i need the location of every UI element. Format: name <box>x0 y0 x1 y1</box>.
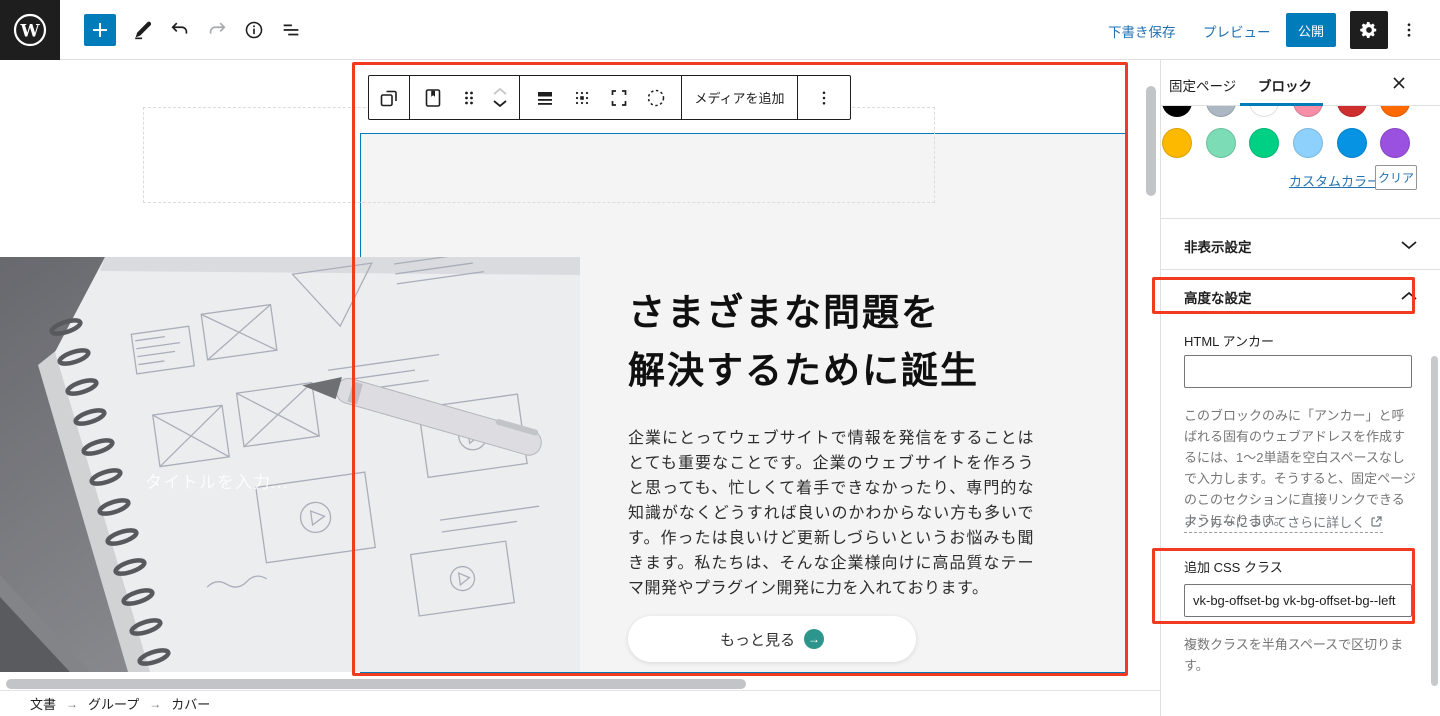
visibility-settings-label: 非表示設定 <box>1184 236 1252 256</box>
cover-heading[interactable]: さまざまな問題を 解決するために誕生 <box>628 284 1048 400</box>
details-button[interactable] <box>242 18 266 42</box>
cover-title-placeholder[interactable]: タイトルを入力... <box>145 468 288 493</box>
block-toolbar: メディアを追加 <box>368 75 851 120</box>
kebab-menu-icon <box>1400 21 1418 39</box>
html-anchor-input[interactable] <box>1184 355 1412 388</box>
breadcrumb-group[interactable]: グループ <box>88 694 139 713</box>
tab-block[interactable]: ブロック <box>1258 75 1312 95</box>
align-button[interactable] <box>533 86 557 110</box>
read-more-label: もっと見る <box>720 629 795 650</box>
notebook-wireframe-photo <box>0 257 580 672</box>
color-swatch-purple[interactable] <box>1380 128 1410 158</box>
clear-color-button[interactable]: クリア <box>1375 165 1417 190</box>
cover-paragraph[interactable]: 企業にとってウェブサイトで情報を発信をすることはとても重要なことです。企業のウェ… <box>628 426 1034 601</box>
content-position-button[interactable] <box>570 86 594 110</box>
editor-horizontal-scrollbar[interactable] <box>6 679 746 689</box>
drag-dots-icon <box>457 86 481 110</box>
color-swatch-green[interactable] <box>1249 128 1279 158</box>
publish-button[interactable]: 公開 <box>1286 13 1336 47</box>
cover-block-type-button[interactable] <box>421 86 445 110</box>
settings-sidebar: 固定ページ ブロック カスタムカラー クリア 非表示設定 高度な設定 <box>1160 60 1440 716</box>
move-down-button[interactable] <box>492 99 508 108</box>
chevron-up-icon <box>492 87 508 96</box>
css-class-input[interactable] <box>1184 584 1412 617</box>
anchor-learn-more-link[interactable]: アンカーについてさらに詳しく <box>1184 512 1383 533</box>
duotone-filter-button[interactable] <box>644 86 668 110</box>
redo-icon <box>206 19 228 41</box>
custom-color-link[interactable]: カスタムカラー <box>1289 171 1380 190</box>
color-swatch-paleblue[interactable] <box>1293 128 1323 158</box>
add-media-button[interactable]: メディアを追加 <box>694 88 784 107</box>
breadcrumb-separator: → <box>66 697 78 711</box>
options-menu-button[interactable] <box>1398 18 1420 42</box>
settings-button[interactable] <box>1350 11 1388 49</box>
sidebar-header: 固定ページ ブロック <box>1161 60 1440 106</box>
plus-icon <box>90 20 110 40</box>
add-block-button[interactable] <box>84 14 116 46</box>
breadcrumb-separator: → <box>149 697 161 711</box>
drag-handle[interactable] <box>457 86 481 110</box>
cover-block-icon <box>421 86 445 110</box>
cover-heading-line2: 解決するために誕生 <box>628 350 979 391</box>
wordpress-block-editor: W <box>0 0 1440 716</box>
parent-block-icon <box>377 86 401 110</box>
info-icon <box>243 19 265 41</box>
kebab-menu-icon <box>815 89 833 107</box>
content-position-grid-icon <box>570 86 594 110</box>
css-class-label: 追加 CSS クラス <box>1184 557 1283 576</box>
redo-button[interactable] <box>205 18 229 42</box>
color-swatch-lightgreen[interactable] <box>1206 128 1236 158</box>
tab-page[interactable]: 固定ページ <box>1169 75 1236 95</box>
duotone-circle-icon <box>644 86 668 110</box>
wordpress-icon: W <box>12 12 48 48</box>
advanced-settings-label: 高度な設定 <box>1184 287 1252 307</box>
breadcrumb-document[interactable]: 文書 <box>30 694 56 713</box>
editor-canvas: タイトルを入力... さまざまな問題を 解決するために誕生 企業にとってウェブサ… <box>0 60 1160 716</box>
pencil-icon <box>132 19 154 41</box>
breadcrumb: 文書 → グループ → カバー <box>0 690 1160 716</box>
anchor-learn-more-label: アンカーについてさらに詳しく <box>1184 512 1365 531</box>
full-height-brackets-icon <box>607 86 631 110</box>
chevron-down-icon <box>1400 238 1418 253</box>
color-swatch-blue[interactable] <box>1337 128 1367 158</box>
html-anchor-label: HTML アンカー <box>1184 331 1274 350</box>
visibility-settings-section[interactable]: 非表示設定 <box>1161 218 1440 269</box>
arrow-right-icon: → <box>804 629 824 649</box>
external-link-icon <box>1370 515 1383 528</box>
tools-button[interactable] <box>131 18 155 42</box>
editor-vertical-scrollbar[interactable] <box>1146 86 1156 196</box>
chevron-down-icon <box>492 99 508 108</box>
select-parent-block-button[interactable] <box>377 86 401 110</box>
undo-icon <box>169 19 191 41</box>
block-options-button[interactable] <box>815 89 833 107</box>
align-icon <box>533 86 557 110</box>
svg-text:W: W <box>19 22 40 42</box>
color-swatch-amber[interactable] <box>1162 128 1192 158</box>
gear-icon <box>1359 20 1379 40</box>
undo-button[interactable] <box>168 18 192 42</box>
advanced-settings-section[interactable]: 高度な設定 <box>1161 269 1440 320</box>
breadcrumb-cover[interactable]: カバー <box>171 694 210 713</box>
top-bar: W <box>0 0 1440 60</box>
empty-block-placeholder[interactable] <box>143 107 935 203</box>
cover-heading-line1: さまざまな問題を <box>628 292 940 333</box>
close-sidebar-button[interactable] <box>1387 72 1411 96</box>
active-tab-underline <box>1240 103 1323 107</box>
sidebar-scrollbar[interactable] <box>1431 356 1438 686</box>
full-height-button[interactable] <box>607 86 631 110</box>
close-icon <box>1392 76 1406 90</box>
preview-button[interactable]: プレビュー <box>1203 21 1271 41</box>
chevron-up-icon <box>1400 289 1418 304</box>
cover-photo-image <box>0 257 580 672</box>
read-more-button[interactable]: もっと見る → <box>628 616 916 662</box>
list-view-icon <box>280 19 302 41</box>
save-draft-button[interactable]: 下書き保存 <box>1108 21 1176 41</box>
move-up-button[interactable] <box>492 87 508 96</box>
css-help-text: 複数クラスを半角スペースで区切ります。 <box>1184 634 1417 676</box>
wordpress-logo-button[interactable]: W <box>0 0 60 60</box>
list-view-button[interactable] <box>279 18 303 42</box>
